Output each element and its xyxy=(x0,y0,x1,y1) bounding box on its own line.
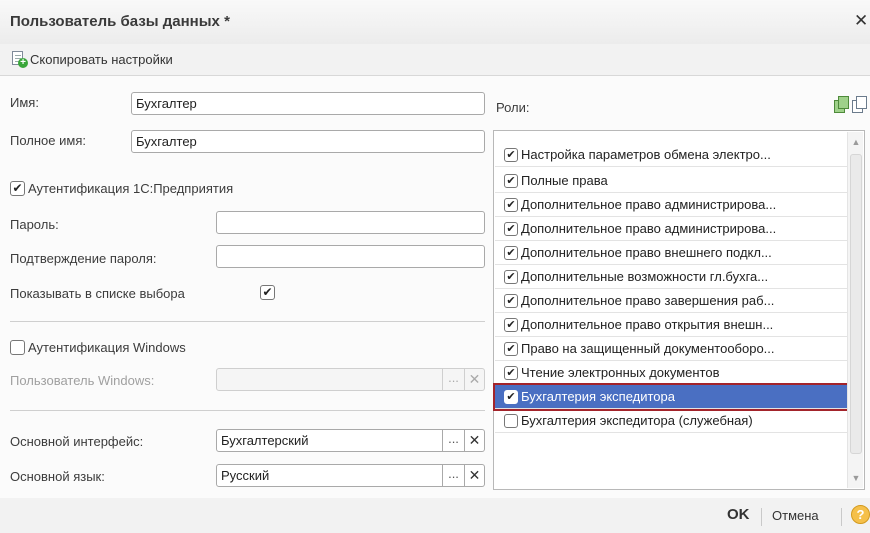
fullname-input[interactable]: Бухгалтер xyxy=(131,130,485,153)
password-confirm-input[interactable] xyxy=(216,245,485,268)
check-all-roles-icon[interactable] xyxy=(832,96,850,114)
auth-1c-checkbox[interactable]: ✔ xyxy=(10,181,25,196)
interface-select-button[interactable]: ... xyxy=(443,429,465,452)
role-checkbox[interactable]: ✔ xyxy=(504,147,518,162)
scroll-thumb[interactable] xyxy=(850,154,862,454)
role-label: Право на защищенный документооборо... xyxy=(521,341,775,356)
separator xyxy=(841,508,842,526)
close-icon[interactable]: ✕ xyxy=(854,12,868,30)
interface-label: Основной интерфейс: xyxy=(10,434,144,449)
role-item[interactable]: ✔ Дополнительное право администрирова... xyxy=(495,193,847,217)
toolbar: + Скопировать настройки xyxy=(0,44,870,74)
language-select-button[interactable]: ... xyxy=(443,464,465,487)
role-item[interactable]: ✔ Дополнительное право завершения раб... xyxy=(495,289,847,313)
dialog-window: Пользователь базы данных * ✕ + Скопирова… xyxy=(0,0,870,533)
password-label: Пароль: xyxy=(10,217,59,232)
interface-input[interactable]: Бухгалтерский xyxy=(216,429,443,452)
role-checkbox[interactable]: ✔ xyxy=(504,245,518,260)
role-item[interactable]: ✔ Дополнительное право администрирова... xyxy=(495,217,847,241)
help-icon[interactable]: ? xyxy=(851,505,870,524)
role-label: Дополнительное право администрирова... xyxy=(521,197,777,212)
title-bar: Пользователь базы данных * ✕ xyxy=(0,0,870,44)
role-checkbox[interactable]: ✔ xyxy=(504,221,518,236)
roles-list[interactable]: ✔ Настройка параметров обмена электро... ✔… xyxy=(493,130,865,490)
language-input[interactable]: Русский xyxy=(216,464,443,487)
role-item[interactable]: ✔ Право на защищенный документооборо... xyxy=(495,337,847,361)
separator xyxy=(761,508,762,526)
windows-user-clear-icon: ✕ xyxy=(465,368,485,391)
auth-1c-label: Аутентификация 1С:Предприятия xyxy=(28,181,234,196)
role-checkbox[interactable]: ✔ xyxy=(504,173,518,188)
separator xyxy=(10,410,485,411)
scroll-down-icon[interactable]: ▼ xyxy=(848,470,864,486)
role-checkbox[interactable]: ✔ xyxy=(504,269,518,284)
interface-field: Бухгалтерский ... ✕ xyxy=(216,429,485,452)
language-clear-icon[interactable]: ✕ xyxy=(465,464,485,487)
name-input[interactable]: Бухгалтер xyxy=(131,92,485,115)
role-item[interactable]: ✔ Дополнительное право внешнего подкл... xyxy=(495,241,847,265)
password-confirm-label: Подтверждение пароля: xyxy=(10,251,157,266)
password-input[interactable] xyxy=(216,211,485,234)
role-label: Дополнительное право завершения раб... xyxy=(521,293,775,308)
role-item[interactable]: ✔ Настройка параметров обмена электро... xyxy=(495,143,847,167)
copy-settings-label: Скопировать настройки xyxy=(30,51,173,67)
fullname-label: Полное имя: xyxy=(10,133,86,148)
footer: OK Отмена ? xyxy=(0,498,870,533)
windows-user-select-button: ... xyxy=(443,368,465,391)
auth-windows-checkbox[interactable] xyxy=(10,340,25,355)
ok-button[interactable]: OK xyxy=(727,506,750,523)
role-checkbox[interactable] xyxy=(504,413,518,428)
windows-user-input xyxy=(216,368,443,391)
role-label: Бухгалтерия экспедитора (служебная) xyxy=(521,413,753,428)
language-label: Основной язык: xyxy=(10,469,105,484)
interface-clear-icon[interactable]: ✕ xyxy=(465,429,485,452)
role-item[interactable]: Бухгалтерия экспедитора (служебная) xyxy=(495,409,847,433)
role-item[interactable]: ✔ Дополнительное право открытия внешн... xyxy=(495,313,847,337)
roles-label: Роли: xyxy=(496,100,530,115)
roles-scrollbar[interactable]: ▲ ▼ xyxy=(847,132,863,488)
role-label: Дополнительное право открытия внешн... xyxy=(521,317,774,332)
separator xyxy=(10,321,485,322)
copy-settings-button[interactable]: + Скопировать настройки xyxy=(10,50,173,68)
show-in-list-label: Показывать в списке выбора xyxy=(10,286,185,301)
role-label: Настройка параметров обмена электро... xyxy=(521,147,771,162)
role-item[interactable]: ✔ Чтение электронных документов xyxy=(495,361,847,385)
windows-user-field: ... ✕ xyxy=(216,368,485,391)
scroll-up-icon[interactable]: ▲ xyxy=(848,134,864,150)
language-field: Русский ... ✕ xyxy=(216,464,485,487)
cancel-button[interactable]: Отмена xyxy=(772,508,819,523)
role-checkbox[interactable]: ✔ xyxy=(504,341,518,356)
role-item[interactable]: ✔ Дополнительные возможности гл.бухга... xyxy=(495,265,847,289)
windows-user-label: Пользователь Windows: xyxy=(10,373,155,388)
role-checkbox[interactable]: ✔ xyxy=(504,293,518,308)
show-in-list-checkbox[interactable]: ✔ xyxy=(260,285,275,300)
copy-settings-icon: + xyxy=(10,50,28,68)
name-label: Имя: xyxy=(10,95,39,110)
role-label: Дополнительные возможности гл.бухга... xyxy=(521,269,769,284)
uncheck-all-roles-icon[interactable] xyxy=(851,96,869,114)
role-checkbox[interactable]: ✔ xyxy=(504,389,518,404)
role-label: Дополнительное право администрирова... xyxy=(521,221,777,236)
window-title: Пользователь базы данных * xyxy=(10,13,230,30)
role-label: Полные права xyxy=(521,173,608,188)
auth-windows-label: Аутентификация Windows xyxy=(28,340,186,355)
role-item[interactable]: ✔ Полные права xyxy=(495,169,847,193)
role-label: Бухгалтерия экспедитора xyxy=(521,389,675,404)
role-item[interactable]: ✔ Бухгалтерия экспедитора xyxy=(493,383,849,411)
role-checkbox[interactable]: ✔ xyxy=(504,317,518,332)
role-label: Чтение электронных документов xyxy=(521,365,720,380)
role-checkbox[interactable]: ✔ xyxy=(504,197,518,212)
role-label: Дополнительное право внешнего подкл... xyxy=(521,245,772,260)
form-panel: Имя: Бухгалтер Полное имя: Бухгалтер ✔ А… xyxy=(0,75,870,498)
role-checkbox[interactable]: ✔ xyxy=(504,365,518,380)
